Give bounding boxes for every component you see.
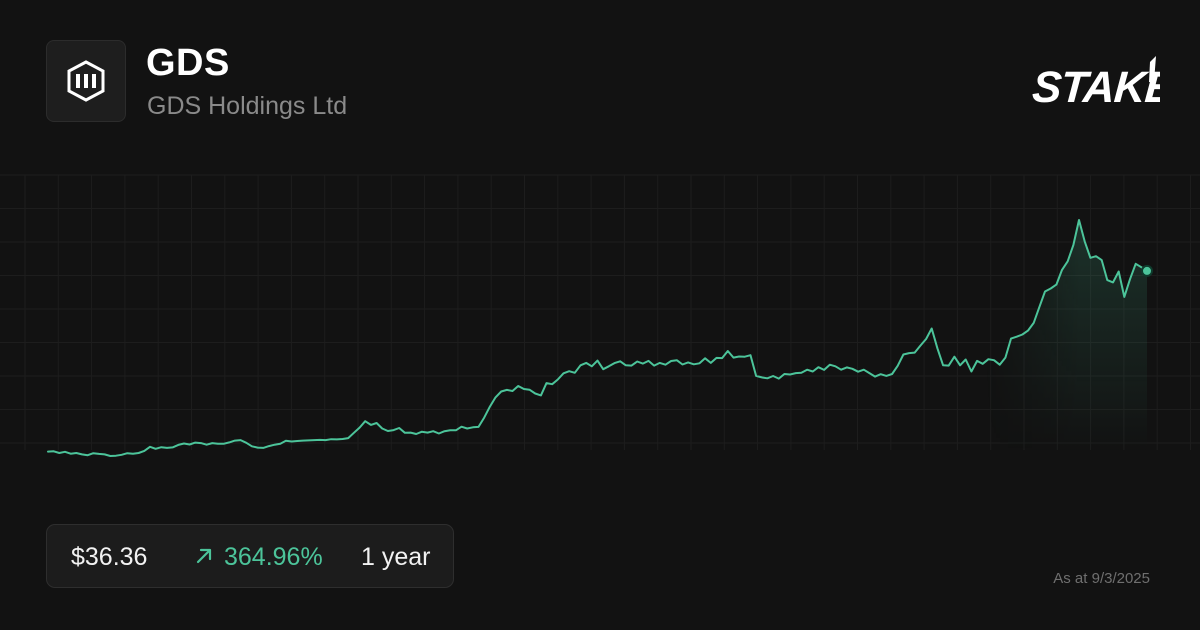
arrow-up-right-icon: [196, 548, 212, 564]
last-price-marker: [1141, 264, 1153, 277]
area-fill: [48, 220, 1147, 456]
time-period: 1 year: [361, 543, 431, 571]
price-change-percent: 364.96%: [224, 543, 323, 571]
price-summary: $36.36 364.96% 1 year: [46, 524, 454, 588]
current-price: $36.36: [71, 543, 148, 571]
as-at-date: As at 9/3/2025: [1053, 570, 1150, 587]
